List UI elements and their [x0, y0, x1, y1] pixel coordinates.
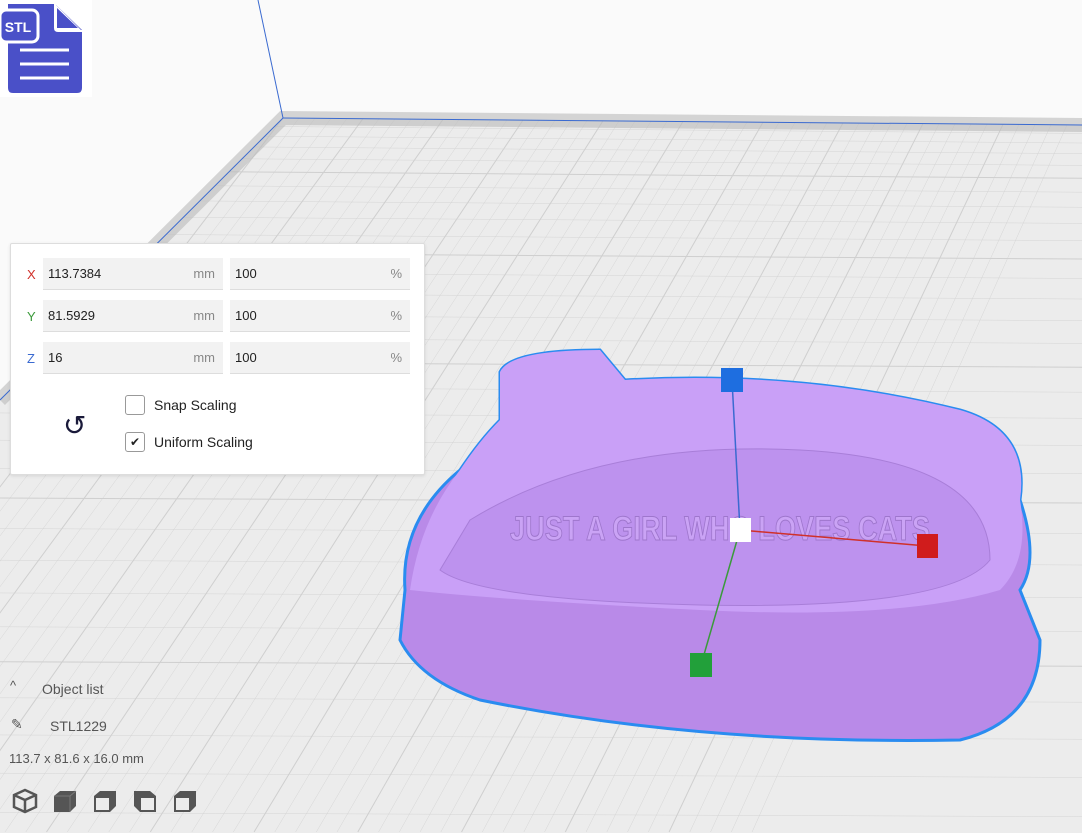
z-handle[interactable] — [721, 368, 743, 392]
stl-label: STL — [5, 19, 32, 35]
x-percent-value: 100 — [235, 266, 257, 281]
snap-scaling-checkbox[interactable]: Snap Scaling — [125, 395, 237, 415]
x-percent-input[interactable]: 100% — [230, 258, 410, 290]
scale-row-y: Y 81.5929 mm 100% — [11, 300, 424, 332]
z-size-value: 16 — [48, 350, 62, 365]
right-view-icon[interactable] — [172, 788, 198, 814]
object-name: STL1229 — [50, 718, 107, 734]
unit: % — [390, 266, 402, 281]
view-buttons — [12, 788, 198, 814]
axis-label-x: X — [27, 267, 36, 282]
unit: mm — [193, 308, 215, 323]
center-handle[interactable] — [730, 518, 751, 542]
z-size-input[interactable]: 16 mm — [43, 342, 223, 374]
y-percent-value: 100 — [235, 308, 257, 323]
y-size-input[interactable]: 81.5929 mm — [43, 300, 223, 332]
scale-tool-panel: X 113.7384 mm 100% Y 81.5929 mm 100% Z 16 m… — [10, 243, 425, 475]
front-view-icon[interactable] — [52, 788, 78, 814]
unit: mm — [193, 350, 215, 365]
left-view-icon[interactable] — [132, 788, 158, 814]
z-percent-value: 100 — [235, 350, 257, 365]
uniform-scaling-label: Uniform Scaling — [154, 434, 253, 450]
model-text: JUST A GIRL WHO LOVES CATS — [510, 510, 930, 548]
checkbox[interactable] — [125, 395, 145, 415]
scale-row-z: Z 16 mm 100% — [11, 342, 424, 374]
y-size-value: 81.5929 — [48, 308, 95, 323]
volume-edge — [258, 0, 283, 118]
checkbox[interactable]: ✔ — [125, 432, 145, 452]
top-view-icon[interactable] — [92, 788, 118, 814]
unit: % — [390, 350, 402, 365]
unit: mm — [193, 266, 215, 281]
3d-view-icon[interactable] — [12, 788, 38, 814]
y-handle[interactable] — [690, 653, 712, 677]
stl-file-icon: STL — [0, 0, 92, 97]
uniform-scaling-checkbox[interactable]: ✔ Uniform Scaling — [125, 432, 253, 452]
axis-label-z: Z — [27, 351, 35, 366]
snap-scaling-label: Snap Scaling — [154, 397, 237, 413]
unit: % — [390, 308, 402, 323]
chevron-up-icon[interactable]: ^ — [10, 678, 16, 693]
object-list-toggle[interactable]: Object list — [42, 681, 103, 697]
object-dimensions: 113.7 x 81.6 x 16.0 mm — [9, 751, 144, 766]
reset-scale-icon[interactable]: ↺ — [63, 409, 86, 442]
x-size-input[interactable]: 113.7384 mm — [43, 258, 223, 290]
axis-label-y: Y — [27, 309, 36, 324]
x-size-value: 113.7384 — [48, 266, 101, 281]
pencil-icon[interactable]: ✎ — [11, 716, 23, 733]
z-percent-input[interactable]: 100% — [230, 342, 410, 374]
y-percent-input[interactable]: 100% — [230, 300, 410, 332]
scale-row-x: X 113.7384 mm 100% — [11, 258, 424, 290]
x-handle[interactable] — [917, 534, 938, 558]
